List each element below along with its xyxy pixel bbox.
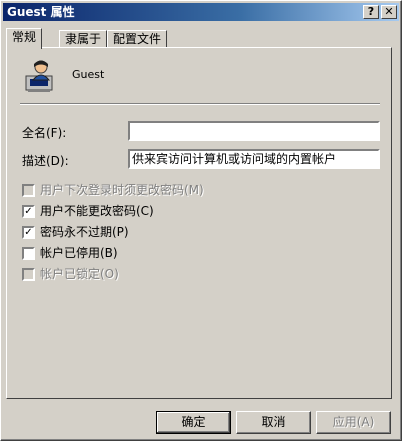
- checkbox-checked[interactable]: ✓: [22, 205, 35, 218]
- apply-label: 应用(A): [332, 415, 375, 429]
- fullname-label: 全名(F):: [22, 126, 67, 140]
- apply-button[interactable]: 应用(A): [316, 411, 391, 434]
- description-label: 描述(D):: [22, 154, 69, 168]
- description-field[interactable]: 供来宾访问计算机或访问域的内置帐户: [128, 149, 380, 169]
- title-bar[interactable]: Guest 属性 ? ✕: [3, 3, 399, 21]
- checkbox[interactable]: [22, 184, 35, 197]
- option-label: 用户不能更改密码(C): [40, 204, 154, 218]
- tab-panel-general: [6, 47, 392, 399]
- close-button[interactable]: ✕: [381, 5, 397, 19]
- tab-general[interactable]: 常规: [6, 28, 43, 49]
- tab-profile[interactable]: 配置文件: [107, 30, 168, 48]
- separator: [20, 103, 380, 105]
- help-button[interactable]: ?: [363, 5, 379, 19]
- tab-member-of[interactable]: 隶属于: [59, 30, 108, 48]
- window-title: Guest 属性: [7, 5, 75, 19]
- option-label: 帐户已锁定(O): [40, 267, 119, 281]
- user-name: Guest: [72, 68, 105, 81]
- user-computer-icon: [25, 60, 53, 92]
- option-label: 帐户已停用(B): [40, 246, 118, 260]
- checkbox[interactable]: [22, 268, 35, 281]
- ok-button[interactable]: 确定: [156, 411, 231, 434]
- checkbox-checked[interactable]: ✓: [22, 226, 35, 239]
- checkbox[interactable]: [22, 247, 35, 260]
- option-label: 用户下次登录时须更改密码(M): [40, 183, 204, 197]
- fullname-field[interactable]: [128, 121, 380, 141]
- option-label: 密码永不过期(P): [40, 225, 129, 239]
- cancel-button[interactable]: 取消: [236, 411, 311, 434]
